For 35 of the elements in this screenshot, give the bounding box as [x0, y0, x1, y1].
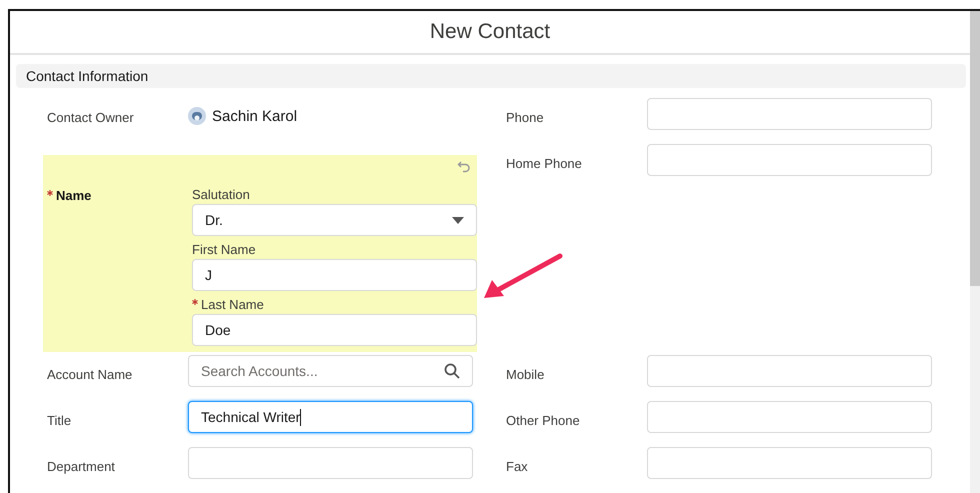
required-icon — [192, 299, 198, 305]
field-label: Other Phone — [506, 412, 581, 428]
text-field[interactable] — [188, 447, 473, 479]
scrollbar[interactable] — [970, 11, 980, 493]
field-label: Account Name — [47, 366, 134, 382]
undo-icon[interactable] — [457, 159, 471, 173]
field-label: Phone — [506, 109, 545, 125]
text-field[interactable] — [647, 447, 932, 479]
field-label: Name — [47, 181, 192, 352]
search-icon — [444, 363, 460, 379]
owner-name[interactable]: Sachin Karol — [212, 108, 298, 124]
field-label: Home Phone — [506, 155, 583, 171]
text-field[interactable] — [647, 98, 932, 130]
field-label: Last Name — [192, 297, 477, 312]
field-label: Fax — [506, 458, 529, 474]
field-label: Mobile — [506, 366, 546, 382]
field-label: First Name — [192, 242, 257, 257]
text-field[interactable] — [647, 144, 932, 176]
avatar-icon — [188, 107, 206, 125]
text-field[interactable]: Technical Writer — [188, 401, 473, 433]
field-label: Department — [47, 458, 116, 474]
text-field[interactable]: J — [192, 259, 477, 291]
field-label: Contact Owner — [47, 109, 135, 125]
caret-icon — [452, 216, 464, 224]
field-label: Salutation — [192, 187, 251, 202]
text-field[interactable] — [647, 401, 932, 433]
text-field[interactable] — [647, 355, 932, 387]
field-label: Title — [47, 412, 72, 428]
dropdown-field[interactable]: Dr. — [192, 204, 477, 236]
text-cursor — [300, 408, 302, 426]
search-field[interactable]: Search Accounts... — [188, 355, 473, 387]
text-field[interactable]: Doe — [192, 314, 477, 346]
section-title: Contact Information — [26, 68, 148, 84]
required-icon — [47, 190, 53, 196]
modal-title: New Contact — [430, 20, 550, 44]
